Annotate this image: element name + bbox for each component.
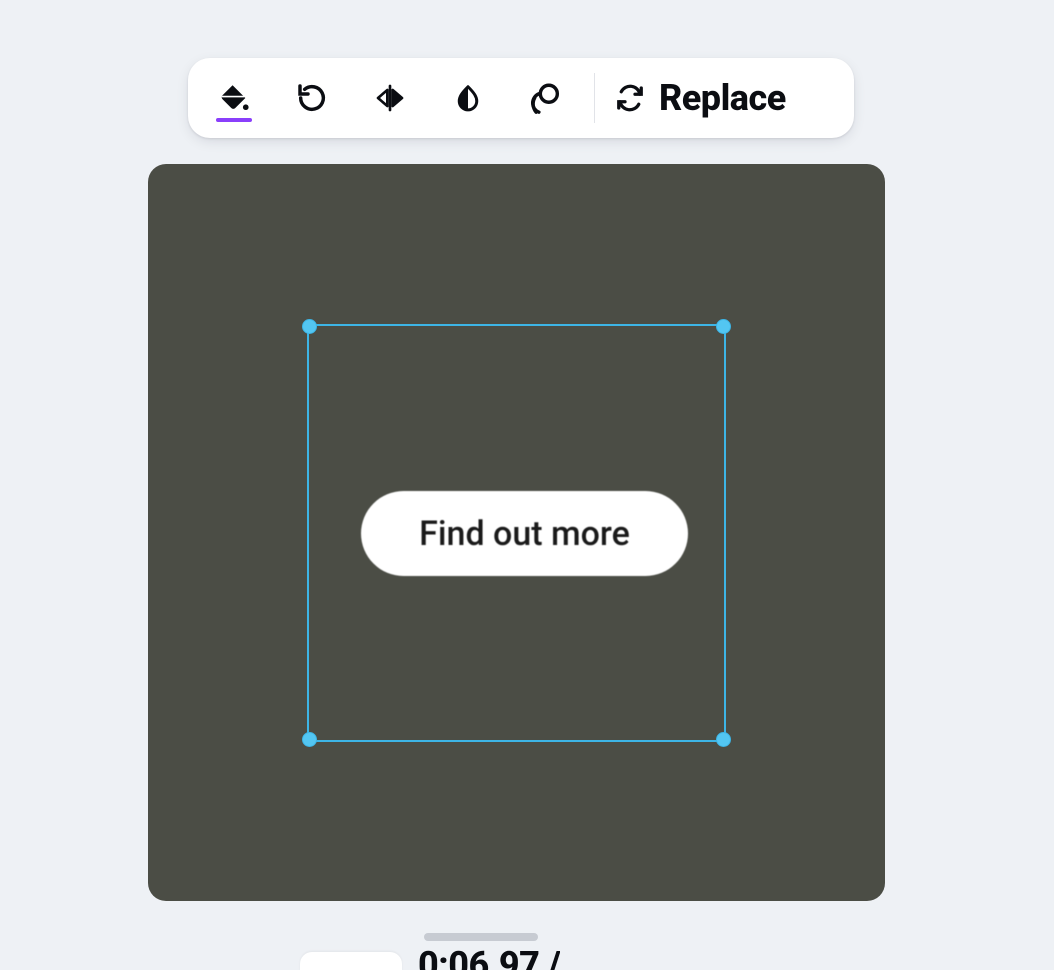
color-fill-button[interactable] bbox=[212, 68, 256, 128]
animate-button[interactable] bbox=[524, 68, 568, 128]
toolbar-divider bbox=[594, 73, 595, 123]
rotate-ccw-icon bbox=[296, 82, 328, 114]
animate-icon bbox=[529, 81, 563, 115]
replace-button[interactable]: Replace bbox=[615, 77, 812, 119]
editor-canvas[interactable]: Find out more bbox=[148, 164, 885, 901]
selection-box[interactable]: Find out more bbox=[307, 324, 726, 742]
timeline-chip[interactable] bbox=[300, 952, 402, 970]
rotate-button[interactable] bbox=[290, 68, 334, 128]
sync-icon bbox=[615, 83, 645, 113]
opacity-button[interactable] bbox=[446, 68, 490, 128]
tool-group bbox=[188, 68, 568, 128]
playhead-time: 0:06.97 / bbox=[418, 947, 560, 970]
resize-handle-br[interactable] bbox=[716, 732, 731, 747]
fill-color-icon bbox=[217, 81, 251, 115]
flip-button[interactable] bbox=[368, 68, 412, 128]
cta-label: Find out more bbox=[419, 514, 630, 554]
cta-button-element[interactable]: Find out more bbox=[361, 491, 688, 576]
flip-horizontal-icon bbox=[373, 82, 407, 114]
resize-handle-tl[interactable] bbox=[302, 319, 317, 334]
resize-handle-bl[interactable] bbox=[302, 732, 317, 747]
replace-label: Replace bbox=[659, 77, 786, 119]
panel-drag-handle[interactable] bbox=[424, 933, 538, 941]
resize-handle-tr[interactable] bbox=[716, 319, 731, 334]
opacity-icon bbox=[453, 82, 483, 114]
context-toolbar: Replace bbox=[188, 58, 854, 138]
